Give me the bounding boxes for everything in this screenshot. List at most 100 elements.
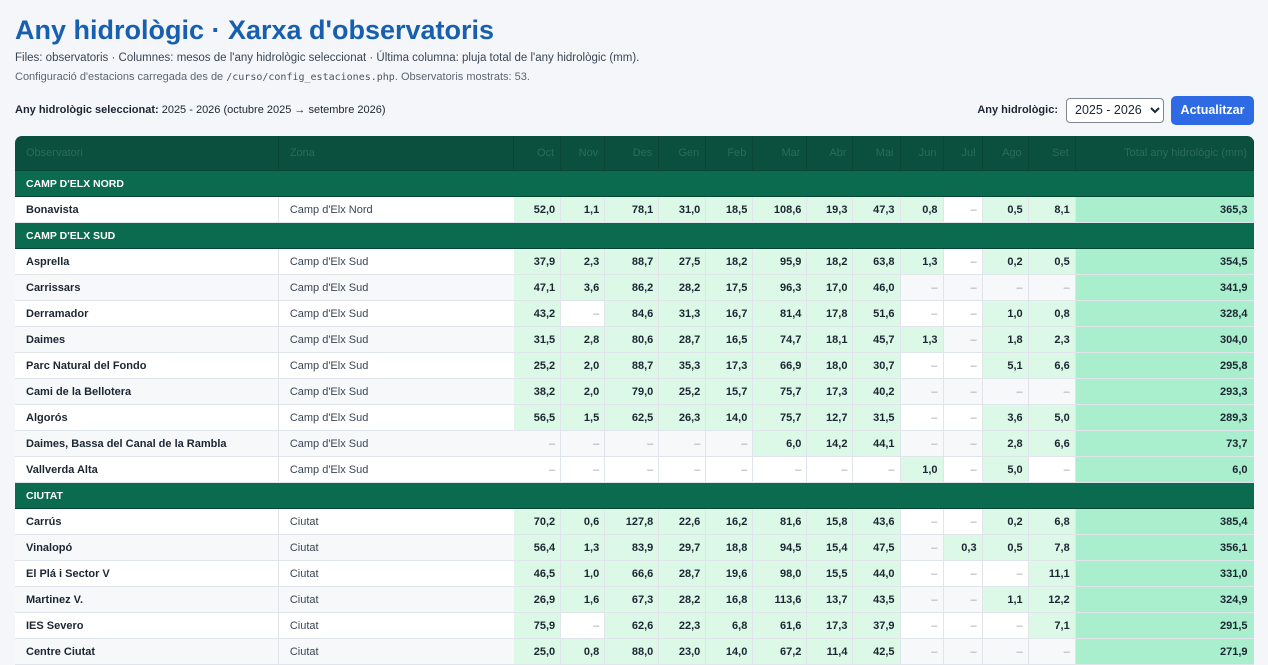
month-value: 16,2 bbox=[705, 508, 754, 535]
month-value: 98,0 bbox=[752, 560, 808, 587]
total-value: 73,7 bbox=[1075, 430, 1254, 457]
year-select[interactable]: 2025 - 2026 bbox=[1066, 97, 1164, 123]
toolbar: Any hidrològic seleccionat: 2025 - 2026 … bbox=[15, 95, 1254, 125]
month-value: 3,6 bbox=[560, 274, 606, 301]
station-name: Asprella bbox=[15, 248, 279, 275]
config-suffix: . Observatoris mostrats: 53. bbox=[394, 71, 530, 83]
month-value: 12,7 bbox=[806, 404, 854, 431]
month-value: 38,2 bbox=[513, 378, 562, 405]
table-body: CAMP D'ELX NORD Bonavista Camp d'Elx Nord 5… bbox=[15, 170, 1254, 665]
station-zone: Camp d'Elx Sud bbox=[278, 248, 514, 275]
month-value: 43,5 bbox=[852, 586, 901, 613]
month-value: 17,3 bbox=[806, 378, 854, 405]
column-header: Observatori bbox=[15, 136, 279, 171]
month-value: – bbox=[1028, 456, 1076, 483]
month-value: – bbox=[943, 508, 983, 535]
total-value: 324,9 bbox=[1075, 586, 1254, 613]
month-value: – bbox=[982, 378, 1029, 405]
month-value: 52,0 bbox=[513, 196, 562, 223]
month-value: 2,3 bbox=[560, 248, 606, 275]
month-value: 17,8 bbox=[806, 300, 854, 327]
month-value: 63,8 bbox=[852, 248, 901, 275]
zone-label: CAMP D'ELX SUD bbox=[15, 222, 1254, 249]
config-path: /curso/config_estaciones.php bbox=[226, 72, 395, 83]
month-value: 7,1 bbox=[1028, 612, 1076, 639]
station-zone: Ciutat bbox=[278, 638, 514, 665]
month-value: – bbox=[560, 300, 606, 327]
month-value: 15,7 bbox=[705, 378, 754, 405]
month-value: 25,2 bbox=[513, 352, 562, 379]
total-value: 356,1 bbox=[1075, 534, 1254, 561]
month-value: 47,5 bbox=[852, 534, 901, 561]
table-row: Daimes Camp d'Elx Sud 31,5 2,8 80,6 28,7 16,5 7… bbox=[15, 326, 1254, 353]
month-value: 15,8 bbox=[806, 508, 854, 535]
total-value: 328,4 bbox=[1075, 300, 1254, 327]
month-value: – bbox=[982, 612, 1029, 639]
month-value: – bbox=[943, 430, 983, 457]
month-value: – bbox=[1028, 638, 1076, 665]
month-value: 37,9 bbox=[513, 248, 562, 275]
station-zone: Camp d'Elx Sud bbox=[278, 274, 514, 301]
month-value: 6,8 bbox=[705, 612, 754, 639]
month-value: 75,9 bbox=[513, 612, 562, 639]
month-value: 17,0 bbox=[806, 274, 854, 301]
month-value: 75,7 bbox=[752, 378, 808, 405]
station-zone: Ciutat bbox=[278, 534, 514, 561]
month-value: 25,0 bbox=[513, 638, 562, 665]
station-zone: Camp d'Elx Sud bbox=[278, 456, 514, 483]
month-value: – bbox=[900, 560, 944, 587]
month-value: – bbox=[943, 274, 983, 301]
month-value: 14,2 bbox=[806, 430, 854, 457]
column-header: Feb bbox=[705, 136, 754, 171]
month-value: 2,3 bbox=[1028, 326, 1076, 353]
column-header: Total any hidrològic (mm) bbox=[1075, 136, 1254, 171]
total-value: 291,5 bbox=[1075, 612, 1254, 639]
month-value: 44,1 bbox=[852, 430, 901, 457]
table-row: El Plá i Sector V Ciutat 46,5 1,0 66,6 28,7 19… bbox=[15, 560, 1254, 587]
month-value: – bbox=[604, 456, 660, 483]
month-value: 1,1 bbox=[982, 586, 1029, 613]
month-value: 19,3 bbox=[806, 196, 854, 223]
station-name: Cami de la Bellotera bbox=[15, 378, 279, 405]
table-row: Cami de la Bellotera Camp d'Elx Sud 38,2 2,… bbox=[15, 378, 1254, 405]
table-row: Derramador Camp d'Elx Sud 43,2–84,6 31,3 16,… bbox=[15, 300, 1254, 327]
month-value: 18,2 bbox=[705, 248, 754, 275]
month-value: 83,9 bbox=[604, 534, 660, 561]
table-row: Carrús Ciutat 70,2 0,6 127,8 22,6 16,2 81,6 15,8… bbox=[15, 508, 1254, 535]
zone-label: CIUTAT bbox=[15, 482, 1254, 509]
month-value: 17,5 bbox=[705, 274, 754, 301]
month-value: 26,3 bbox=[658, 404, 707, 431]
month-value: 8,1 bbox=[1028, 196, 1076, 223]
month-value: 1,5 bbox=[560, 404, 606, 431]
month-value: 61,6 bbox=[752, 612, 808, 639]
column-header: Set bbox=[1028, 136, 1076, 171]
table-row: Carrissars Camp d'Elx Sud 47,1 3,6 86,2 28,2 1… bbox=[15, 274, 1254, 301]
month-value: – bbox=[705, 430, 754, 457]
station-zone: Ciutat bbox=[278, 586, 514, 613]
month-value: 18,8 bbox=[705, 534, 754, 561]
table-row: Algorós Camp d'Elx Sud 56,5 1,5 62,5 26,3 14,0… bbox=[15, 404, 1254, 431]
total-value: 341,9 bbox=[1075, 274, 1254, 301]
month-value: 6,0 bbox=[752, 430, 808, 457]
month-value: 81,4 bbox=[752, 300, 808, 327]
column-header: Ago bbox=[982, 136, 1029, 171]
month-value: 11,4 bbox=[806, 638, 854, 665]
table-row: Centre Ciutat Ciutat 25,0 0,8 88,0 23,0 14,0 67… bbox=[15, 638, 1254, 665]
month-value: – bbox=[943, 300, 983, 327]
month-value: 16,7 bbox=[705, 300, 754, 327]
column-header: Oct bbox=[513, 136, 562, 171]
month-value: – bbox=[943, 326, 983, 353]
table-header: Observatori Zona Oct Nov Des Gen Feb Mar Abr Mai J… bbox=[15, 136, 1254, 171]
update-button[interactable]: Actualitzar bbox=[1171, 95, 1254, 125]
month-value: 51,6 bbox=[852, 300, 901, 327]
column-header: Jun bbox=[900, 136, 944, 171]
month-value: – bbox=[900, 638, 944, 665]
total-value: 365,3 bbox=[1075, 196, 1254, 223]
station-name: Carrissars bbox=[15, 274, 279, 301]
month-value: 28,2 bbox=[658, 586, 707, 613]
table-row: Parc Natural del Fondo Camp d'Elx Sud 25,2… bbox=[15, 352, 1254, 379]
station-zone: Camp d'Elx Nord bbox=[278, 196, 514, 223]
month-value: 56,4 bbox=[513, 534, 562, 561]
month-value: 2,0 bbox=[560, 378, 606, 405]
month-value: 80,6 bbox=[604, 326, 660, 353]
